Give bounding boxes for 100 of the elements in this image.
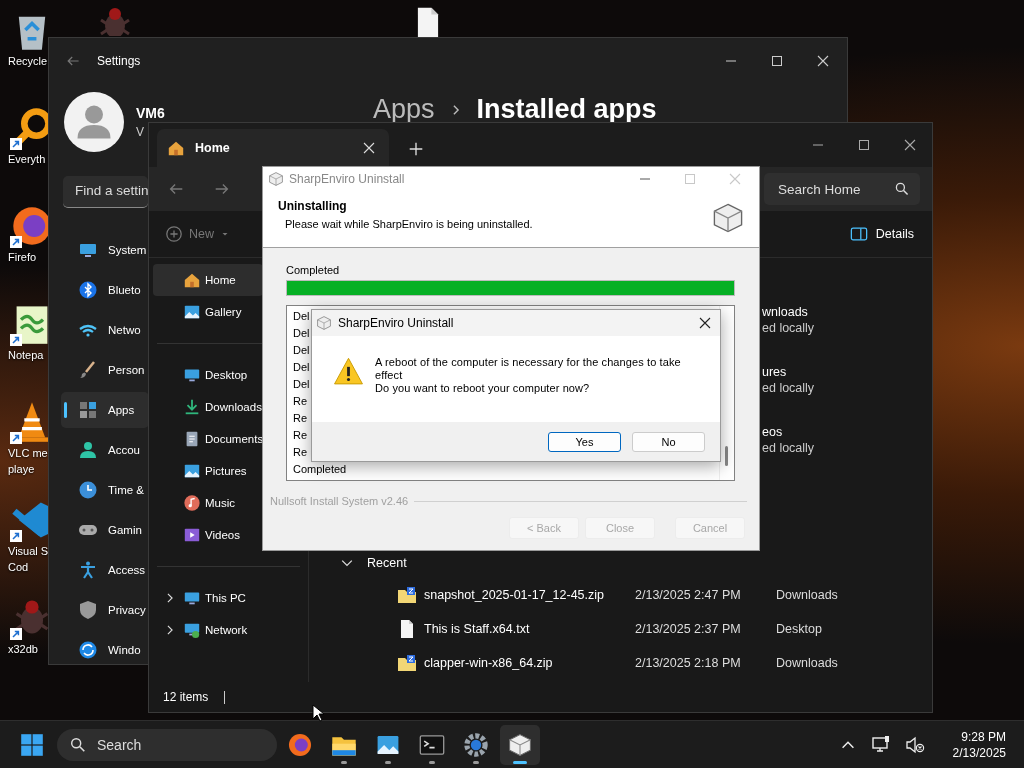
nav-item[interactable]: Apps [61, 392, 149, 428]
folder-status: ed locally [762, 440, 816, 456]
desktop-icon-label: Cod [8, 560, 29, 574]
folder-status: ed locally [762, 320, 816, 336]
shield-icon [78, 600, 98, 620]
sidebar-item[interactable]: Gallery [153, 296, 263, 328]
file-location: Desktop [776, 622, 822, 636]
file-location: Downloads [776, 588, 838, 602]
subheading: Please wait while SharpEnviro is being uninstalled. [285, 218, 533, 230]
search-field[interactable]: Search [57, 728, 277, 761]
clock-icon [78, 480, 98, 500]
nav-item[interactable]: Person [61, 352, 149, 388]
desktop-icon-label: Recycle [8, 54, 48, 68]
brush-icon [78, 360, 98, 380]
muted-speaker-icon [904, 734, 925, 755]
file-name[interactable]: snapshot_2025-01-17_12-45.zip [424, 588, 635, 602]
nav-item[interactable]: System [61, 232, 149, 268]
sidebar-item[interactable]: Downloads [153, 391, 263, 423]
dialog-message: A reboot of the computer is necessary for the changes to take effect [375, 356, 682, 382]
file-name[interactable]: This is Staff.x64.txt [424, 622, 635, 636]
desktop-icon-label: x32db [8, 642, 38, 656]
nav-item[interactable]: Time & [61, 472, 149, 508]
person-icon [78, 440, 98, 460]
sidebar-item[interactable]: Pictures [153, 455, 263, 487]
apps-icon [78, 400, 98, 420]
desktop-icon-label: Firefo [8, 250, 37, 264]
search-icon [894, 181, 910, 197]
page-title: Installed apps [476, 94, 657, 125]
refresh-icon [78, 640, 98, 660]
log-line: Del [293, 343, 310, 358]
taskbar-app-button[interactable] [500, 724, 540, 765]
sidebar-item[interactable]: Network [153, 614, 263, 646]
search-field[interactable]: Find a settin [63, 176, 148, 208]
desktop-icon-label: Everyth [8, 152, 46, 166]
file-date: 2/13/2025 2:18 PM [635, 656, 742, 670]
nav-item[interactable]: Privacy [61, 592, 149, 628]
file-name[interactable]: clapper-win-x86_64.zip [424, 656, 635, 670]
user-name: VM6 [136, 105, 165, 121]
plus-circle-icon [165, 225, 183, 243]
breadcrumb-link[interactable]: Apps [373, 94, 435, 125]
desktop-icon-label: Notepa [8, 348, 44, 362]
heading: Uninstalling [278, 199, 348, 213]
home-icon [167, 139, 185, 157]
avatar-icon [64, 92, 124, 152]
nav-item[interactable]: Gamin [61, 512, 149, 548]
log-line: Del [293, 326, 310, 341]
dialog-message: Do you want to reboot your computer now? [375, 382, 591, 395]
folder-name: ures [762, 364, 788, 380]
nav-item[interactable]: Netwo [61, 312, 149, 348]
installer-brand: Nullsoft Install System v2.46 [270, 495, 409, 507]
nav-item[interactable]: Accou [61, 432, 149, 468]
desktop-icon-label: VLC me [8, 446, 48, 460]
zip-folder-icon [397, 585, 417, 605]
sidebar-item[interactable]: Desktop [153, 359, 263, 391]
sidebar-item[interactable]: Music [153, 487, 263, 519]
search-icon [69, 735, 87, 754]
nav-item[interactable]: Windo [61, 632, 149, 668]
mouse-cursor-icon [312, 704, 324, 722]
log-line: Del [293, 309, 310, 324]
dialog-button[interactable]: No [632, 431, 705, 452]
section-header[interactable]: Recent [367, 556, 407, 570]
tab[interactable]: Home [157, 129, 389, 167]
start-icon [20, 732, 44, 757]
details-pane-icon [849, 225, 868, 243]
cube-icon [268, 171, 284, 187]
desktop-icon-label: playe [8, 462, 35, 476]
log-line: Re [293, 411, 308, 426]
gear-icon [463, 731, 489, 758]
warning-icon [333, 356, 364, 387]
dialog-button[interactable]: Yes [548, 431, 621, 452]
file-location: Downloads [776, 656, 838, 670]
window-title: SharpEnviro Uninstall [289, 172, 405, 186]
sidebar-item[interactable]: This PC [153, 582, 263, 614]
folder-name: wnloads [762, 304, 809, 320]
cube-icon [507, 731, 533, 758]
search-field[interactable]: Search Home [764, 173, 920, 205]
desktop-icon-label: Visual S [8, 544, 49, 558]
log-line: Completed [293, 462, 347, 477]
sidebar-item[interactable]: Home [153, 264, 263, 296]
cube-icon [711, 201, 745, 235]
network-icon [183, 621, 201, 639]
sidebar-item[interactable]: Documents [153, 423, 263, 455]
log-line: Re [293, 394, 308, 409]
bluetooth-icon [78, 280, 98, 300]
details-button[interactable]: Details [849, 225, 914, 243]
nav-item[interactable]: Access [61, 552, 149, 588]
folder-status: ed locally [762, 380, 816, 396]
sidebar-item[interactable]: Videos [153, 519, 263, 551]
clock[interactable]: 9:28 PM 2/13/2025 [936, 728, 1024, 761]
nav-item[interactable]: Blueto [61, 272, 149, 308]
log-line: Re [293, 445, 308, 460]
cube-icon [316, 315, 332, 331]
window-title: Settings [97, 54, 141, 68]
user-detail: V [136, 125, 145, 139]
dialog-title: SharpEnviro Uninstall [338, 316, 454, 330]
progress-label: Completed [286, 264, 341, 276]
browser-icon [287, 731, 313, 758]
log-line: Del [293, 377, 310, 392]
scrollbar-thumb[interactable] [725, 446, 728, 466]
item-count: 12 items [163, 690, 209, 704]
